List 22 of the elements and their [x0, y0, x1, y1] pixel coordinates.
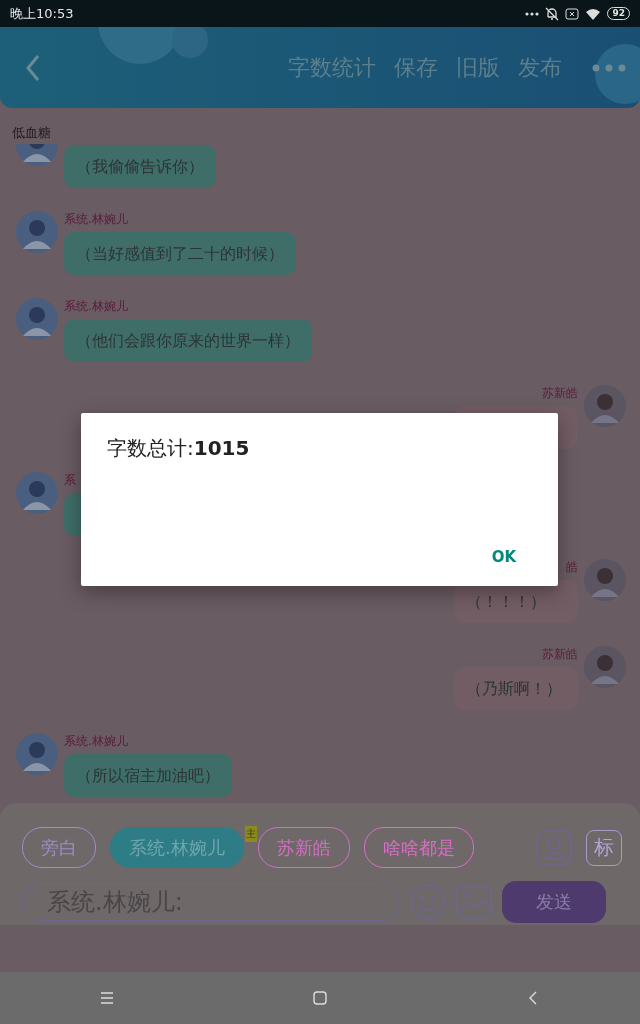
role-chip[interactable]: 苏新皓 — [257, 827, 350, 868]
header-action[interactable]: 发布 — [518, 52, 562, 83]
sender-name: 系统.林婉儿 — [64, 733, 128, 748]
message-bubble: （当好感值到了二十的时候） — [64, 232, 296, 275]
message-bubble: （乃斯啊！） — [454, 667, 578, 710]
header-action[interactable]: 保存 — [394, 52, 438, 83]
chat-title: 低血糖 — [11, 124, 52, 142]
header-action[interactable]: 旧版 — [456, 52, 500, 83]
send-button[interactable]: 发送 — [502, 881, 606, 923]
role-chip[interactable]: 旁白 — [22, 827, 96, 868]
message-bubble: （所以宿主加油吧） — [64, 754, 232, 797]
ok-button[interactable]: OK — [491, 548, 532, 566]
sender-name: 系统.林婉儿 — [64, 211, 128, 226]
dialog-message: 字数总计:1015 — [107, 435, 250, 462]
message-bubble: （我偷偷告诉你） — [64, 145, 216, 188]
status-time: 晚上10:53 — [10, 4, 75, 23]
main-badge: 主 — [244, 826, 257, 842]
sender-name: 系统.林婉儿 — [64, 298, 128, 313]
sender-name: 系 — [64, 472, 76, 487]
role-chip[interactable]: 啥啥都是 — [363, 827, 474, 868]
tag-button[interactable]: 标 — [586, 829, 622, 866]
header-action[interactable]: 字数统计 — [288, 52, 376, 83]
